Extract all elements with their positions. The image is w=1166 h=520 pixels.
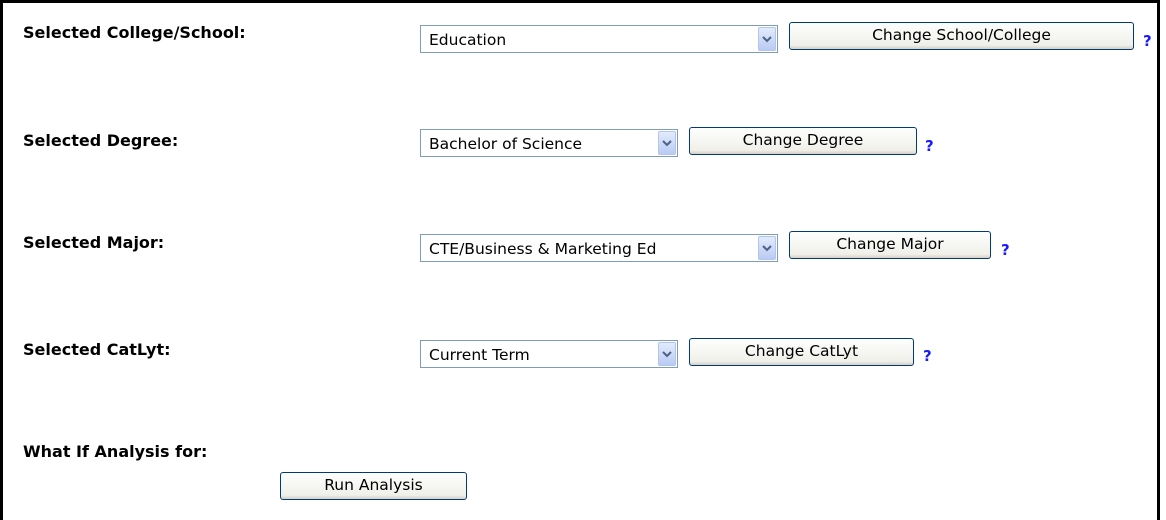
change-college-button[interactable]: Change School/College bbox=[789, 22, 1134, 50]
catlyt-help-link[interactable]: ? bbox=[923, 347, 932, 365]
catlyt-label: Selected CatLyt: bbox=[23, 340, 171, 359]
college-label: Selected College/School: bbox=[23, 23, 246, 42]
catlyt-select[interactable]: Current Term bbox=[420, 340, 678, 368]
degree-select-value: Bachelor of Science bbox=[429, 135, 583, 153]
change-degree-button[interactable]: Change Degree bbox=[689, 127, 917, 155]
major-help-link[interactable]: ? bbox=[1001, 241, 1010, 259]
degree-label: Selected Degree: bbox=[23, 131, 179, 150]
chevron-down-icon[interactable] bbox=[758, 27, 776, 51]
run-analysis-button[interactable]: Run Analysis bbox=[280, 472, 467, 500]
change-major-button[interactable]: Change Major bbox=[789, 231, 991, 259]
degree-help-link[interactable]: ? bbox=[925, 137, 934, 155]
catlyt-select-value: Current Term bbox=[429, 346, 530, 364]
college-select[interactable]: Education bbox=[420, 25, 778, 53]
major-select-value: CTE/Business & Marketing Ed bbox=[429, 240, 657, 258]
major-label: Selected Major: bbox=[23, 233, 165, 252]
college-select-value: Education bbox=[429, 31, 507, 49]
analysis-label: What If Analysis for: bbox=[23, 442, 208, 461]
change-catlyt-button[interactable]: Change CatLyt bbox=[689, 338, 914, 366]
chevron-down-icon[interactable] bbox=[658, 131, 676, 155]
degree-select[interactable]: Bachelor of Science bbox=[420, 129, 678, 157]
college-help-link[interactable]: ? bbox=[1143, 32, 1152, 50]
chevron-down-icon[interactable] bbox=[758, 236, 776, 260]
major-select[interactable]: CTE/Business & Marketing Ed bbox=[420, 234, 778, 262]
chevron-down-icon[interactable] bbox=[658, 342, 676, 366]
